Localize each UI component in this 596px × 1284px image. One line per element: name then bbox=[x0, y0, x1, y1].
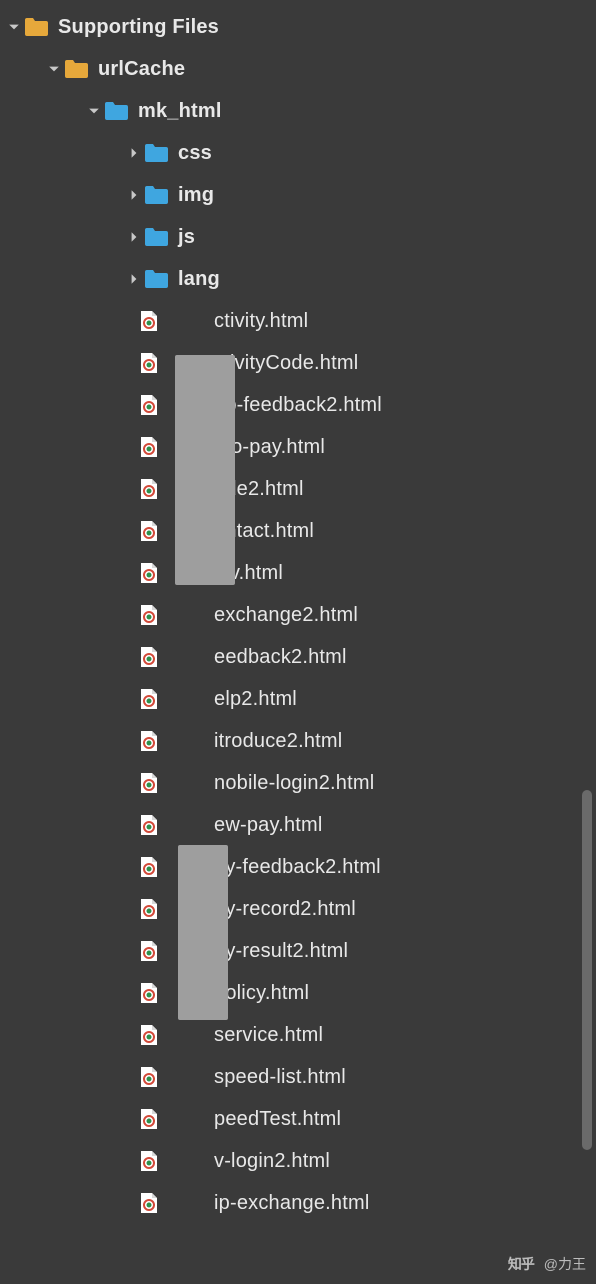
watermark-author: @力王 bbox=[544, 1256, 586, 1272]
html-file-icon bbox=[140, 730, 158, 752]
file-label: elp2.html bbox=[214, 688, 297, 711]
file-label: service.html bbox=[214, 1024, 323, 1047]
folder-label: css bbox=[178, 142, 212, 165]
tree-file[interactable]: speed-list.html bbox=[4, 1056, 596, 1098]
html-file-icon bbox=[140, 856, 158, 878]
file-label: pp-feedback2.html bbox=[214, 394, 382, 417]
tree-file[interactable]: uto-pay.html bbox=[4, 426, 596, 468]
tree-file[interactable]: ay-record2.html bbox=[4, 888, 596, 930]
file-label: ctivity.html bbox=[214, 310, 308, 333]
tree-file[interactable]: pp-feedback2.html bbox=[4, 384, 596, 426]
tree-file[interactable]: v-login2.html bbox=[4, 1140, 596, 1182]
folder-icon bbox=[104, 101, 128, 121]
chevron-right-icon[interactable] bbox=[124, 231, 144, 243]
tree-file[interactable]: elp2.html bbox=[4, 678, 596, 720]
folder-label: Supporting Files bbox=[58, 16, 219, 39]
chevron-right-icon[interactable] bbox=[124, 147, 144, 159]
file-label: exchange2.html bbox=[214, 604, 358, 627]
tree-file[interactable]: ode2.html bbox=[4, 468, 596, 510]
tree-folder-urlcache[interactable]: urlCache bbox=[4, 48, 596, 90]
folder-label: mk_html bbox=[138, 100, 222, 123]
scrollbar-thumb[interactable] bbox=[582, 790, 592, 1150]
tree-file[interactable]: itroduce2.html bbox=[4, 720, 596, 762]
folder-icon bbox=[64, 59, 88, 79]
html-file-icon bbox=[140, 772, 158, 794]
tree-file[interactable]: eedback2.html bbox=[4, 636, 596, 678]
folder-icon bbox=[144, 269, 168, 289]
file-label: ctivityCode.html bbox=[214, 352, 358, 375]
html-file-icon bbox=[140, 898, 158, 920]
tree-file[interactable]: ctivityCode.html bbox=[4, 342, 596, 384]
file-label: ay-feedback2.html bbox=[214, 856, 381, 879]
html-file-icon bbox=[140, 352, 158, 374]
html-file-icon bbox=[140, 688, 158, 710]
file-tree: Supporting Files urlCache mk_html css img… bbox=[0, 0, 596, 1224]
file-label: oolicy.html bbox=[214, 982, 309, 1005]
tree-file[interactable]: ip-exchange.html bbox=[4, 1182, 596, 1224]
html-file-icon bbox=[140, 814, 158, 836]
file-label: speed-list.html bbox=[214, 1066, 346, 1089]
folder-icon bbox=[144, 185, 168, 205]
html-file-icon bbox=[140, 1150, 158, 1172]
tree-folder-supporting-files[interactable]: Supporting Files bbox=[4, 6, 596, 48]
tree-file[interactable]: peedTest.html bbox=[4, 1098, 596, 1140]
html-file-icon bbox=[140, 520, 158, 542]
tree-folder-mk-html[interactable]: mk_html bbox=[4, 90, 596, 132]
zhihu-logo: 知乎 bbox=[508, 1256, 534, 1272]
chevron-right-icon[interactable] bbox=[124, 189, 144, 201]
tree-folder-img[interactable]: img bbox=[4, 174, 596, 216]
file-label: ew-pay.html bbox=[214, 814, 323, 837]
html-file-icon bbox=[140, 604, 158, 626]
folder-icon bbox=[144, 227, 168, 247]
file-label: peedTest.html bbox=[214, 1108, 341, 1131]
html-file-icon bbox=[140, 310, 158, 332]
tree-file[interactable]: ontact.html bbox=[4, 510, 596, 552]
html-file-icon bbox=[140, 394, 158, 416]
folder-icon bbox=[144, 143, 168, 163]
file-label: ay-record2.html bbox=[214, 898, 356, 921]
html-file-icon bbox=[140, 436, 158, 458]
html-file-icon bbox=[140, 1066, 158, 1088]
html-file-icon bbox=[140, 1024, 158, 1046]
file-label: eedback2.html bbox=[214, 646, 347, 669]
html-file-icon bbox=[140, 478, 158, 500]
tree-file[interactable]: service.html bbox=[4, 1014, 596, 1056]
file-label: nobile-login2.html bbox=[214, 772, 374, 795]
html-file-icon bbox=[140, 1108, 158, 1130]
chevron-down-icon[interactable] bbox=[84, 105, 104, 117]
file-label: itroduce2.html bbox=[214, 730, 342, 753]
html-file-icon bbox=[140, 646, 158, 668]
html-file-icon bbox=[140, 940, 158, 962]
tree-folder-css[interactable]: css bbox=[4, 132, 596, 174]
tree-folder-js[interactable]: js bbox=[4, 216, 596, 258]
tree-folder-lang[interactable]: lang bbox=[4, 258, 596, 300]
tree-file[interactable]: ctivity.html bbox=[4, 300, 596, 342]
redaction-block bbox=[175, 355, 235, 585]
chevron-down-icon[interactable] bbox=[4, 21, 24, 33]
tree-file[interactable]: exchange2.html bbox=[4, 594, 596, 636]
tree-file[interactable]: ew-pay.html bbox=[4, 804, 596, 846]
html-file-icon bbox=[140, 1192, 158, 1214]
tree-file[interactable]: lev.html bbox=[4, 552, 596, 594]
folder-label: js bbox=[178, 226, 195, 249]
tree-file[interactable]: ay-feedback2.html bbox=[4, 846, 596, 888]
folder-icon bbox=[24, 17, 48, 37]
file-label: ay-result2.html bbox=[214, 940, 348, 963]
watermark: 知乎 @力王 bbox=[508, 1254, 586, 1274]
folder-label: urlCache bbox=[98, 58, 185, 81]
tree-file[interactable]: ay-result2.html bbox=[4, 930, 596, 972]
tree-file[interactable]: oolicy.html bbox=[4, 972, 596, 1014]
tree-file[interactable]: nobile-login2.html bbox=[4, 762, 596, 804]
chevron-down-icon[interactable] bbox=[44, 63, 64, 75]
html-file-icon bbox=[140, 982, 158, 1004]
folder-label: img bbox=[178, 184, 214, 207]
file-label: v-login2.html bbox=[214, 1150, 330, 1173]
file-label: ip-exchange.html bbox=[214, 1192, 370, 1215]
chevron-right-icon[interactable] bbox=[124, 273, 144, 285]
html-file-icon bbox=[140, 562, 158, 584]
folder-label: lang bbox=[178, 268, 220, 291]
redaction-block bbox=[178, 845, 228, 1020]
